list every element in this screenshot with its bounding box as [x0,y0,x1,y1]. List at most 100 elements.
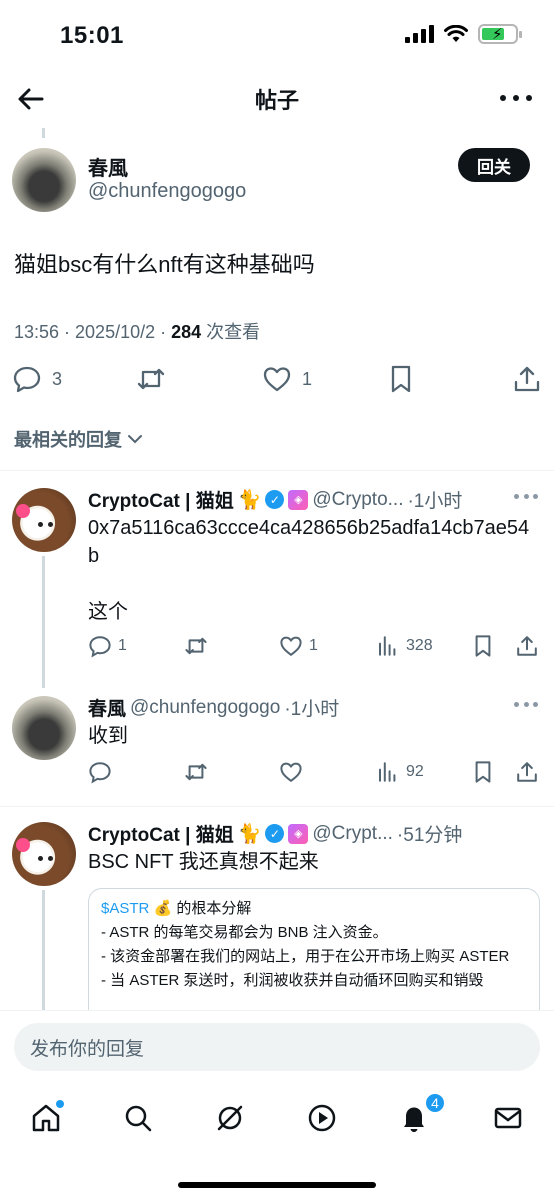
repost-action[interactable] [136,364,166,394]
reply-time: ·1小时 [284,699,340,720]
tab-video[interactable] [302,1098,342,1138]
share-icon [517,762,537,782]
reply-icon [89,762,111,784]
quoted-post-card[interactable]: $ASTR 💰 的根本分解 - ASTR 的每笔交易都会为 BNB 注入资金。 … [88,888,540,1028]
tab-grok[interactable] [210,1098,250,1138]
tab-messages[interactable] [488,1098,528,1138]
avatar[interactable] [12,488,76,552]
cashtag-link[interactable]: $ASTR [101,900,149,917]
status-bar: 15:01 ⚡ [0,0,554,70]
reply-action[interactable]: 1 [88,634,127,658]
author-name[interactable]: 春風 [88,152,128,181]
post-text: 猫姐bsc有什么nft有这种基础吗 [14,252,315,277]
money-bag-emoji: 💰 [153,900,173,917]
author-handle[interactable]: @Crypto... [312,489,403,511]
view-count: 284 [171,322,202,342]
repost-action[interactable] [184,634,208,658]
view-count: 92 [406,763,424,780]
author-handle[interactable]: @chunfengogogo [130,697,280,719]
avatar[interactable] [12,148,76,212]
tab-notifications[interactable]: 4 [394,1092,446,1138]
chevron-down-icon [128,435,142,444]
repost-icon [185,763,207,781]
analytics-icon [379,762,396,782]
grok-icon [217,1105,243,1131]
share-action[interactable] [515,760,539,784]
avatar[interactable] [12,822,76,886]
home-indicator [178,1182,376,1188]
cat-emoji: 🐈 [237,489,262,511]
analytics-icon [379,636,396,656]
post-timestamp: 13:56 · 2025/10/2 · [14,322,172,342]
quote-line: - 该资金部署在我们的网站上，用于在公开市场上购买 ASTER [101,948,510,965]
like-action[interactable]: 1 [262,364,312,394]
repost-icon [185,637,207,655]
back-arrow-icon[interactable] [14,82,48,116]
reply-count: 3 [52,368,63,389]
heart-icon [280,636,302,657]
repost-icon [137,368,165,390]
heart-icon [263,367,291,392]
reply-time: ·1小时 [407,491,463,512]
reply-action[interactable]: 3 [12,364,62,394]
sort-label: 最相关的回复 [14,430,122,450]
page-title: 帖子 [254,88,299,113]
reply-header: CryptoCat | 猫姐 🐈 ✓ ◈ @Crypt... ·51分钟 [88,820,462,847]
verified-badge-icon: ✓ [265,490,285,509]
author-name[interactable]: 春風 [88,694,126,721]
views-action[interactable]: 328 [376,634,433,658]
share-icon [514,366,540,392]
quote-line: - ASTR 的每笔交易都会为 BNB 注入资金。 [101,924,388,941]
reply-input[interactable]: 发布你的回复 [14,1023,540,1071]
author-handle[interactable]: @chunfengogogo [88,180,246,203]
avatar[interactable] [12,696,76,760]
bookmark-icon [475,635,491,657]
author-handle[interactable]: @Crypt... [312,823,393,845]
bookmark-action[interactable] [471,760,495,784]
more-options-icon[interactable] [514,494,538,502]
view-label: 次查看 [201,322,261,342]
affiliate-badge-icon: ◈ [288,489,309,510]
share-action[interactable] [512,364,542,394]
author-name[interactable]: CryptoCat | 猫姐 [88,820,234,847]
views-action[interactable]: 92 [376,760,424,784]
thread-line [42,556,45,688]
author-name[interactable]: CryptoCat | 猫姐 [88,486,234,513]
divider [0,470,554,471]
reply-actions: 92 [88,760,543,790]
mail-icon [494,1107,522,1129]
repost-action[interactable] [184,760,208,784]
new-content-dot [56,1100,64,1108]
status-time: 15:01 [60,22,124,49]
play-icon [308,1104,336,1132]
verified-badge-icon: ✓ [265,824,285,843]
share-action[interactable] [515,634,539,658]
reply-text: BSC NFT 我还真想不起来 [88,851,319,873]
bookmark-action[interactable] [471,634,495,658]
share-icon [517,636,537,656]
follow-back-button[interactable]: 回关 [458,148,530,182]
cat-emoji: 🐈 [237,823,262,845]
thread-line [42,890,45,1010]
like-action[interactable] [279,760,303,784]
view-count: 328 [406,637,433,654]
quote-title-text: 的根本分解 [172,900,252,917]
battery-charging-icon: ⚡ [478,24,522,44]
reply-icon [13,366,41,393]
reply-actions: 1 1 328 [88,634,543,664]
cellular-signal-icon [405,25,434,43]
heart-icon [280,762,302,783]
tab-home[interactable] [26,1098,66,1138]
reply-time: ·51分钟 [396,825,463,846]
more-options-icon[interactable] [514,702,538,710]
post-meta: 13:56 · 2025/10/2 · 284 次查看 [14,318,260,344]
divider [0,806,554,807]
bookmark-action[interactable] [386,364,416,394]
tab-search[interactable] [118,1098,158,1138]
reply-action[interactable] [88,760,112,784]
more-options-icon[interactable] [500,86,532,110]
reply-header: CryptoCat | 猫姐 🐈 ✓ ◈ @Crypto... ·1小时 [88,486,462,513]
reply-sort-selector[interactable]: 最相关的回复 [14,426,144,452]
quote-line: - 当 ASTER 泵送时，利润被收获并自动循环回购买和销毁 [101,972,484,989]
like-action[interactable]: 1 [279,634,318,658]
